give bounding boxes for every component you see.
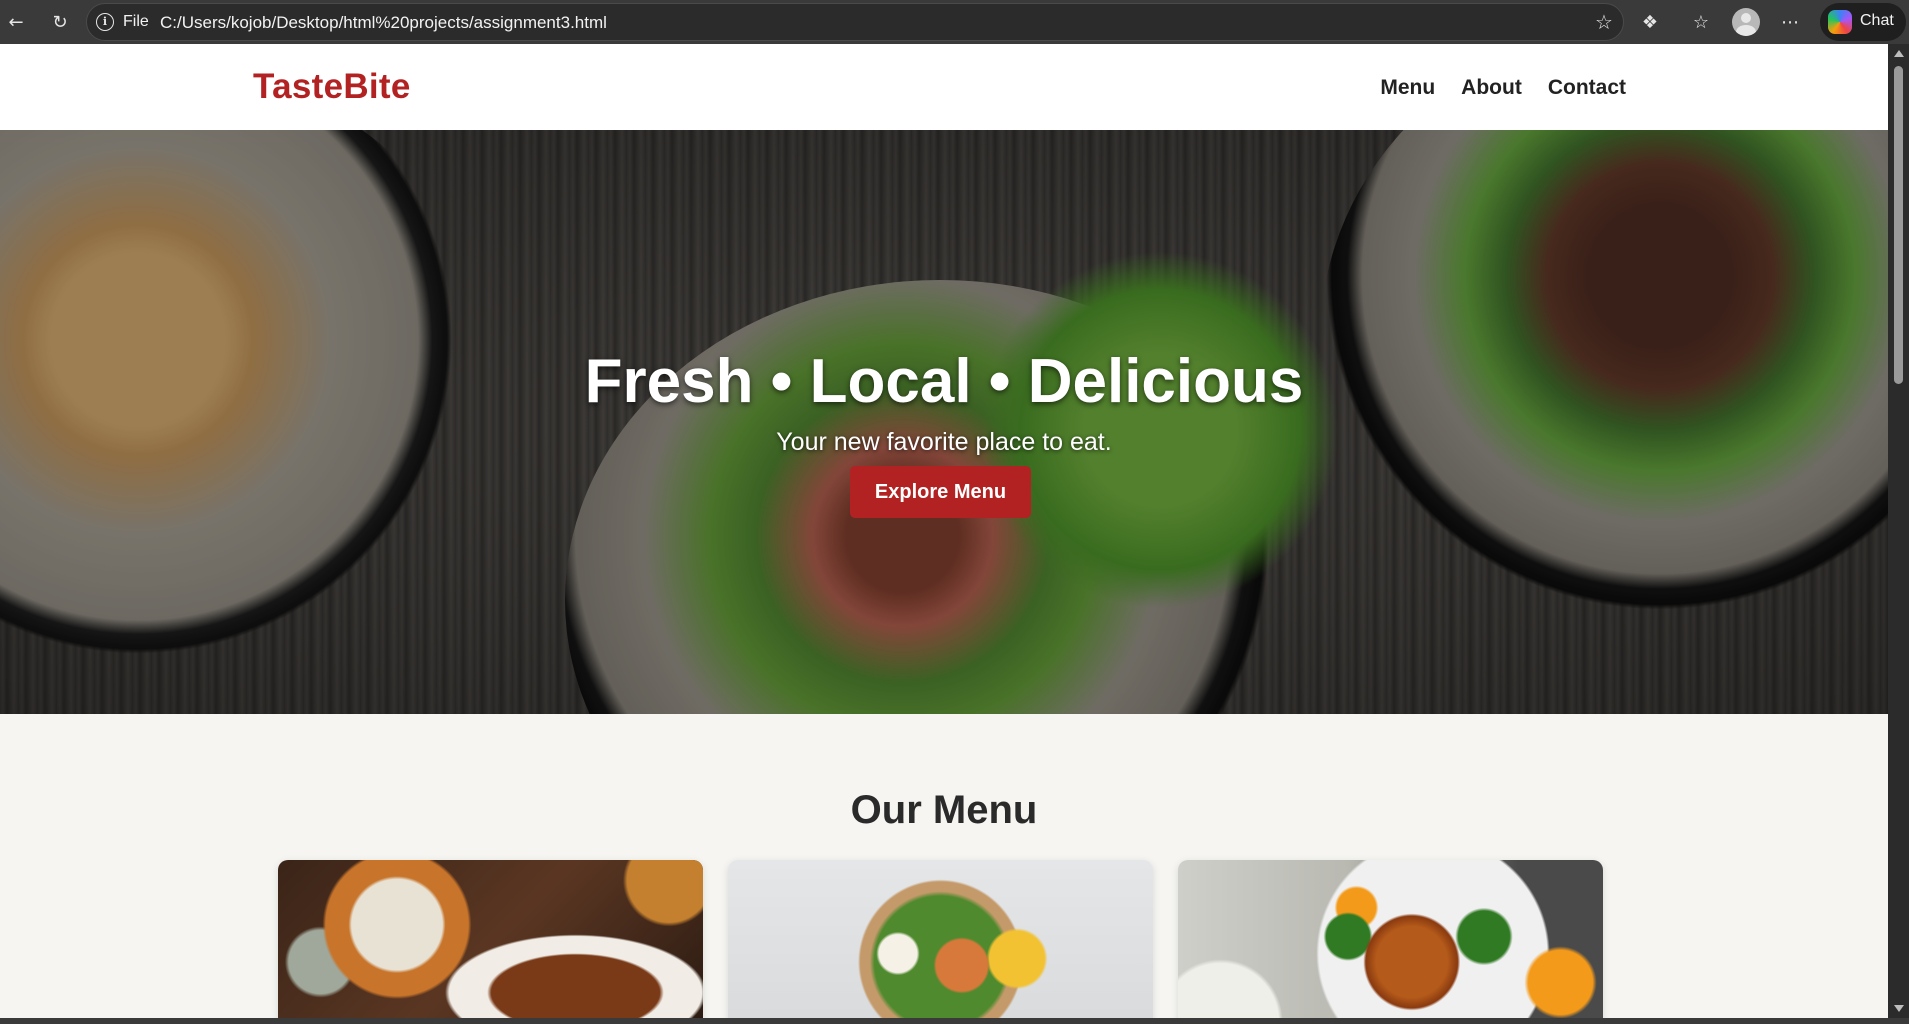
chat-label: Chat — [1860, 12, 1894, 29]
assorted-dishes-image — [278, 860, 703, 1018]
favorites-icon[interactable]: ☆ — [1687, 8, 1715, 36]
site-header: TasteBite Menu About Contact — [0, 44, 1888, 130]
nav-link-menu[interactable]: Menu — [1380, 76, 1435, 100]
menu-card[interactable] — [1178, 860, 1603, 1018]
info-icon[interactable]: i — [96, 13, 114, 31]
address-bar[interactable]: i File C:/Users/kojob/Desktop/html%20pro… — [86, 3, 1624, 41]
scroll-down-icon[interactable] — [1894, 1005, 1904, 1012]
menu-card[interactable] — [278, 860, 703, 1018]
profile-avatar[interactable] — [1732, 8, 1760, 36]
nav-link-contact[interactable]: Contact — [1548, 76, 1626, 100]
more-icon[interactable]: ⋯ — [1776, 8, 1804, 36]
nav-link-about[interactable]: About — [1461, 76, 1522, 100]
menu-card[interactable] — [728, 860, 1153, 1018]
window-bottom-border — [0, 1018, 1909, 1024]
explore-menu-button[interactable]: Explore Menu — [850, 466, 1031, 518]
hero-section: Fresh • Local • Delicious Your new favor… — [0, 130, 1888, 714]
copilot-icon — [1828, 10, 1852, 34]
menu-section-title: Our Menu — [850, 788, 1038, 832]
main-nav: Menu About Contact — [1380, 76, 1626, 100]
address-url[interactable]: C:/Users/kojob/Desktop/html%20projects/a… — [160, 13, 607, 33]
scroll-up-icon[interactable] — [1894, 50, 1904, 57]
star-icon[interactable]: ☆ — [1591, 9, 1617, 35]
orange-chicken-image — [1178, 860, 1603, 1018]
address-scheme: File — [123, 13, 149, 30]
hero-title: Fresh • Local • Delicious — [584, 347, 1304, 416]
back-icon[interactable]: ← — [2, 8, 30, 36]
extensions-icon[interactable]: ❖ — [1636, 8, 1664, 36]
chat-button[interactable]: Chat — [1820, 3, 1906, 41]
page-viewport: TasteBite Menu About Contact Fresh • Loc… — [0, 44, 1888, 1018]
reload-icon[interactable]: ↻ — [46, 8, 74, 36]
page-scrollbar[interactable] — [1888, 44, 1909, 1018]
brand-logo[interactable]: TasteBite — [253, 67, 411, 107]
hero-content: Fresh • Local • Delicious Your new favor… — [0, 130, 1888, 714]
scrollbar-thumb[interactable] — [1894, 66, 1903, 384]
hero-subtitle: Your new favorite place to eat. — [776, 428, 1112, 456]
salad-bowl-image — [728, 860, 1153, 1018]
browser-toolbar: ← ↻ i File C:/Users/kojob/Desktop/html%2… — [0, 0, 1909, 44]
